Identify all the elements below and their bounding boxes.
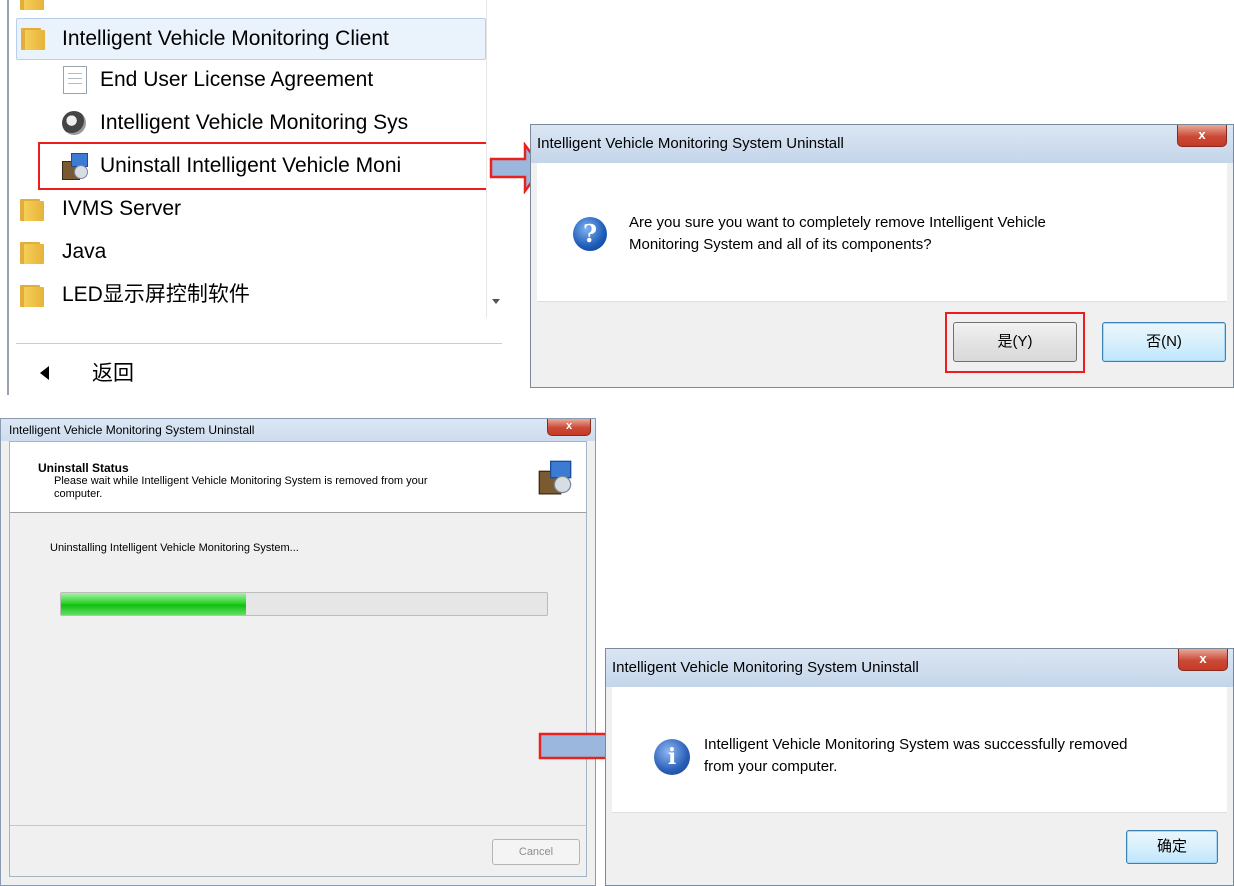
- folder-intelligent-vehicle-monitoring-client[interactable]: Intelligent Vehicle Monitoring Client: [16, 18, 486, 60]
- progress-fill: [61, 593, 246, 615]
- folder-icon: [20, 197, 44, 221]
- header-title: Uninstall Status: [38, 461, 129, 475]
- scroll-down-icon: [492, 299, 500, 304]
- back-label[interactable]: 返回: [92, 358, 134, 390]
- window-body: Uninstall Status Please wait while Intel…: [9, 441, 587, 877]
- dialog-footer: 是(Y) 否(N): [537, 301, 1227, 381]
- menu-item-eula[interactable]: End User License Agreement: [60, 61, 486, 99]
- close-button[interactable]: x: [547, 419, 591, 436]
- folder-label: Java: [62, 240, 107, 263]
- dialog-title: Intelligent Vehicle Monitoring System Un…: [612, 659, 919, 676]
- window-title: Intelligent Vehicle Monitoring System Un…: [9, 423, 255, 437]
- menu-item-label: End User License Agreement: [100, 68, 374, 91]
- description-line: computer.: [54, 488, 103, 500]
- description-line: Please wait while Intelligent Vehicle Mo…: [54, 475, 428, 487]
- status-text: Uninstalling Intelligent Vehicle Monitor…: [50, 542, 299, 554]
- highlight-box: [38, 142, 488, 190]
- menu-item-label: Intelligent Vehicle Monitoring Sys: [100, 111, 409, 134]
- back-arrow-icon[interactable]: [40, 366, 49, 380]
- dialog-footer: 确定: [612, 812, 1227, 885]
- titlebar: Intelligent Vehicle Monitoring System Un…: [531, 125, 1233, 163]
- uninstaller-icon: [538, 460, 572, 495]
- close-button[interactable]: x: [1178, 649, 1228, 671]
- folder-label: IVMS Server: [62, 197, 182, 220]
- folder-icon: [20, 283, 44, 307]
- folder-icon: [20, 240, 44, 264]
- confirm-dialog: Intelligent Vehicle Monitoring System Un…: [530, 124, 1234, 388]
- folder-ivms-server[interactable]: IVMS Server: [20, 190, 484, 228]
- folder-java[interactable]: Java: [20, 233, 484, 271]
- menu-item-ivms-app[interactable]: Intelligent Vehicle Monitoring Sys: [60, 104, 486, 142]
- document-icon: [63, 66, 87, 94]
- folder-label: LED显示屏控制软件: [62, 283, 250, 306]
- wizard-header: Uninstall Status Please wait while Intel…: [10, 442, 586, 513]
- start-menu-panel: Intelligent Vehicle Monitoring Client En…: [0, 0, 505, 395]
- app-gear-icon: [62, 111, 86, 135]
- question-icon: ?: [573, 217, 607, 251]
- divider: [16, 343, 502, 344]
- titlebar: Intelligent Vehicle Monitoring System Un…: [606, 649, 1233, 687]
- folder-led-software[interactable]: LED显示屏控制软件: [20, 276, 484, 314]
- folder-label: Intelligent Vehicle Monitoring Client: [62, 27, 389, 50]
- wizard-footer: Cancel: [10, 825, 586, 876]
- dialog-body: ? Are you sure you want to completely re…: [537, 163, 1227, 381]
- info-icon: i: [654, 739, 690, 775]
- message-line: from your computer.: [704, 758, 838, 775]
- message-line: Are you sure you want to completely remo…: [629, 214, 1046, 231]
- highlight-box: [945, 312, 1085, 373]
- dialog-message: Are you sure you want to completely remo…: [629, 212, 1189, 256]
- header-description: Please wait while Intelligent Vehicle Mo…: [54, 475, 428, 501]
- no-button[interactable]: 否(N): [1102, 322, 1226, 362]
- dialog-message: Intelligent Vehicle Monitoring System wa…: [704, 734, 1214, 778]
- progress-bar: [60, 592, 548, 616]
- message-line: Intelligent Vehicle Monitoring System wa…: [704, 736, 1128, 753]
- message-line: Monitoring System and all of its compone…: [629, 236, 932, 253]
- titlebar: Intelligent Vehicle Monitoring System Un…: [1, 419, 595, 441]
- ok-button[interactable]: 确定: [1126, 830, 1218, 864]
- folder-icon: [20, 0, 44, 10]
- dialog-body: i Intelligent Vehicle Monitoring System …: [612, 687, 1227, 885]
- dialog-title: Intelligent Vehicle Monitoring System Un…: [537, 135, 844, 152]
- start-menu-border: [7, 0, 9, 395]
- close-button[interactable]: x: [1177, 125, 1227, 147]
- cancel-button[interactable]: Cancel: [492, 839, 580, 865]
- success-dialog: Intelligent Vehicle Monitoring System Un…: [605, 648, 1234, 886]
- uninstall-status-window: Intelligent Vehicle Monitoring System Un…: [0, 418, 596, 886]
- folder-icon: [21, 26, 45, 50]
